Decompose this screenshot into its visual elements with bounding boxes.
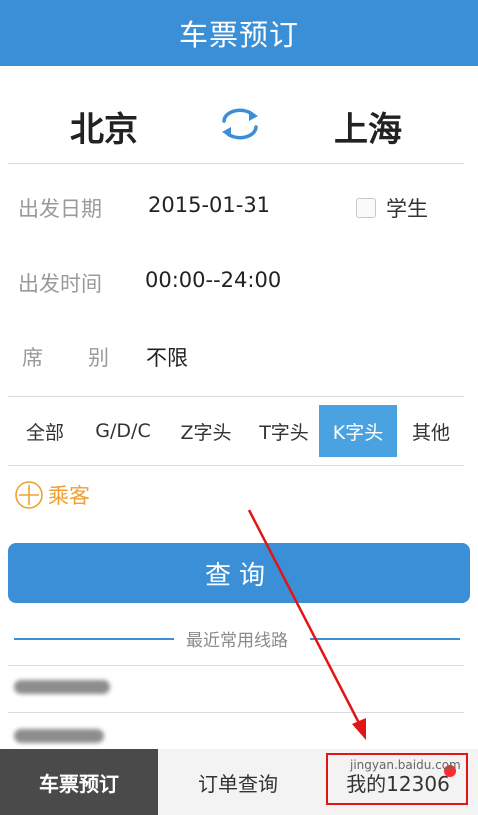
departure-date-label: 出发日期 xyxy=(18,197,102,221)
filter-other[interactable]: 其他 xyxy=(402,405,460,457)
add-passenger[interactable]: 乘客 xyxy=(14,480,90,510)
train-type-filter: 全部 G/D/C Z字头 T字头 K字头 其他 xyxy=(8,396,464,466)
recent-routes-title: 最近常用线路 xyxy=(186,631,288,651)
departure-time-label: 出发时间 xyxy=(18,272,102,296)
tab-order-query[interactable]: 订单查询 xyxy=(158,749,318,815)
recent-routes-header: 最近常用线路 xyxy=(14,626,460,651)
redacted-text xyxy=(14,680,110,694)
filter-all[interactable]: 全部 xyxy=(14,405,76,457)
student-label: 学生 xyxy=(386,197,428,221)
tab-ticket-booking[interactable]: 车票预订 xyxy=(0,749,158,815)
student-option[interactable]: 学生 xyxy=(356,193,428,223)
redacted-text xyxy=(14,729,104,743)
departure-station[interactable]: 北京 xyxy=(70,102,138,151)
search-button[interactable]: 查询 xyxy=(8,543,470,603)
filter-gdc[interactable]: G/D/C xyxy=(84,405,162,457)
search-button-label: 查询 xyxy=(204,560,273,591)
page-title: 车票预订 xyxy=(178,18,299,52)
tab-label: 订单查询 xyxy=(198,771,278,796)
add-circle-icon xyxy=(15,481,43,509)
filter-label: K字头 xyxy=(332,421,384,444)
departure-time-value[interactable]: 00:00--24:00 xyxy=(145,268,281,292)
filter-t[interactable]: T字头 xyxy=(246,405,322,457)
passenger-label: 乘客 xyxy=(48,484,90,508)
swap-icon[interactable] xyxy=(218,106,262,142)
filter-label: Z字头 xyxy=(180,421,232,444)
seat-class-value[interactable]: 不限 xyxy=(146,342,188,372)
filter-label: 其他 xyxy=(411,421,450,444)
filter-label: 全部 xyxy=(25,421,64,444)
departure-date-value[interactable]: 2015-01-31 xyxy=(148,193,270,217)
tab-label: 车票预订 xyxy=(39,771,119,796)
recent-route-item[interactable] xyxy=(8,712,464,750)
watermark: jingyan.baidu.com xyxy=(350,758,461,772)
header: 车票预订 xyxy=(0,0,478,66)
seat-class-label-1: 席 xyxy=(22,346,43,370)
arrival-station[interactable]: 上海 xyxy=(334,102,402,151)
filter-k[interactable]: K字头 xyxy=(319,405,397,457)
filter-z[interactable]: Z字头 xyxy=(168,405,244,457)
recent-route-item[interactable] xyxy=(8,665,464,712)
seat-class-label-2: 别 xyxy=(88,346,109,370)
filter-label: T字头 xyxy=(259,421,309,444)
student-checkbox[interactable] xyxy=(356,198,376,218)
filter-label: G/D/C xyxy=(95,420,151,442)
station-selector: 北京 上海 xyxy=(8,66,464,164)
